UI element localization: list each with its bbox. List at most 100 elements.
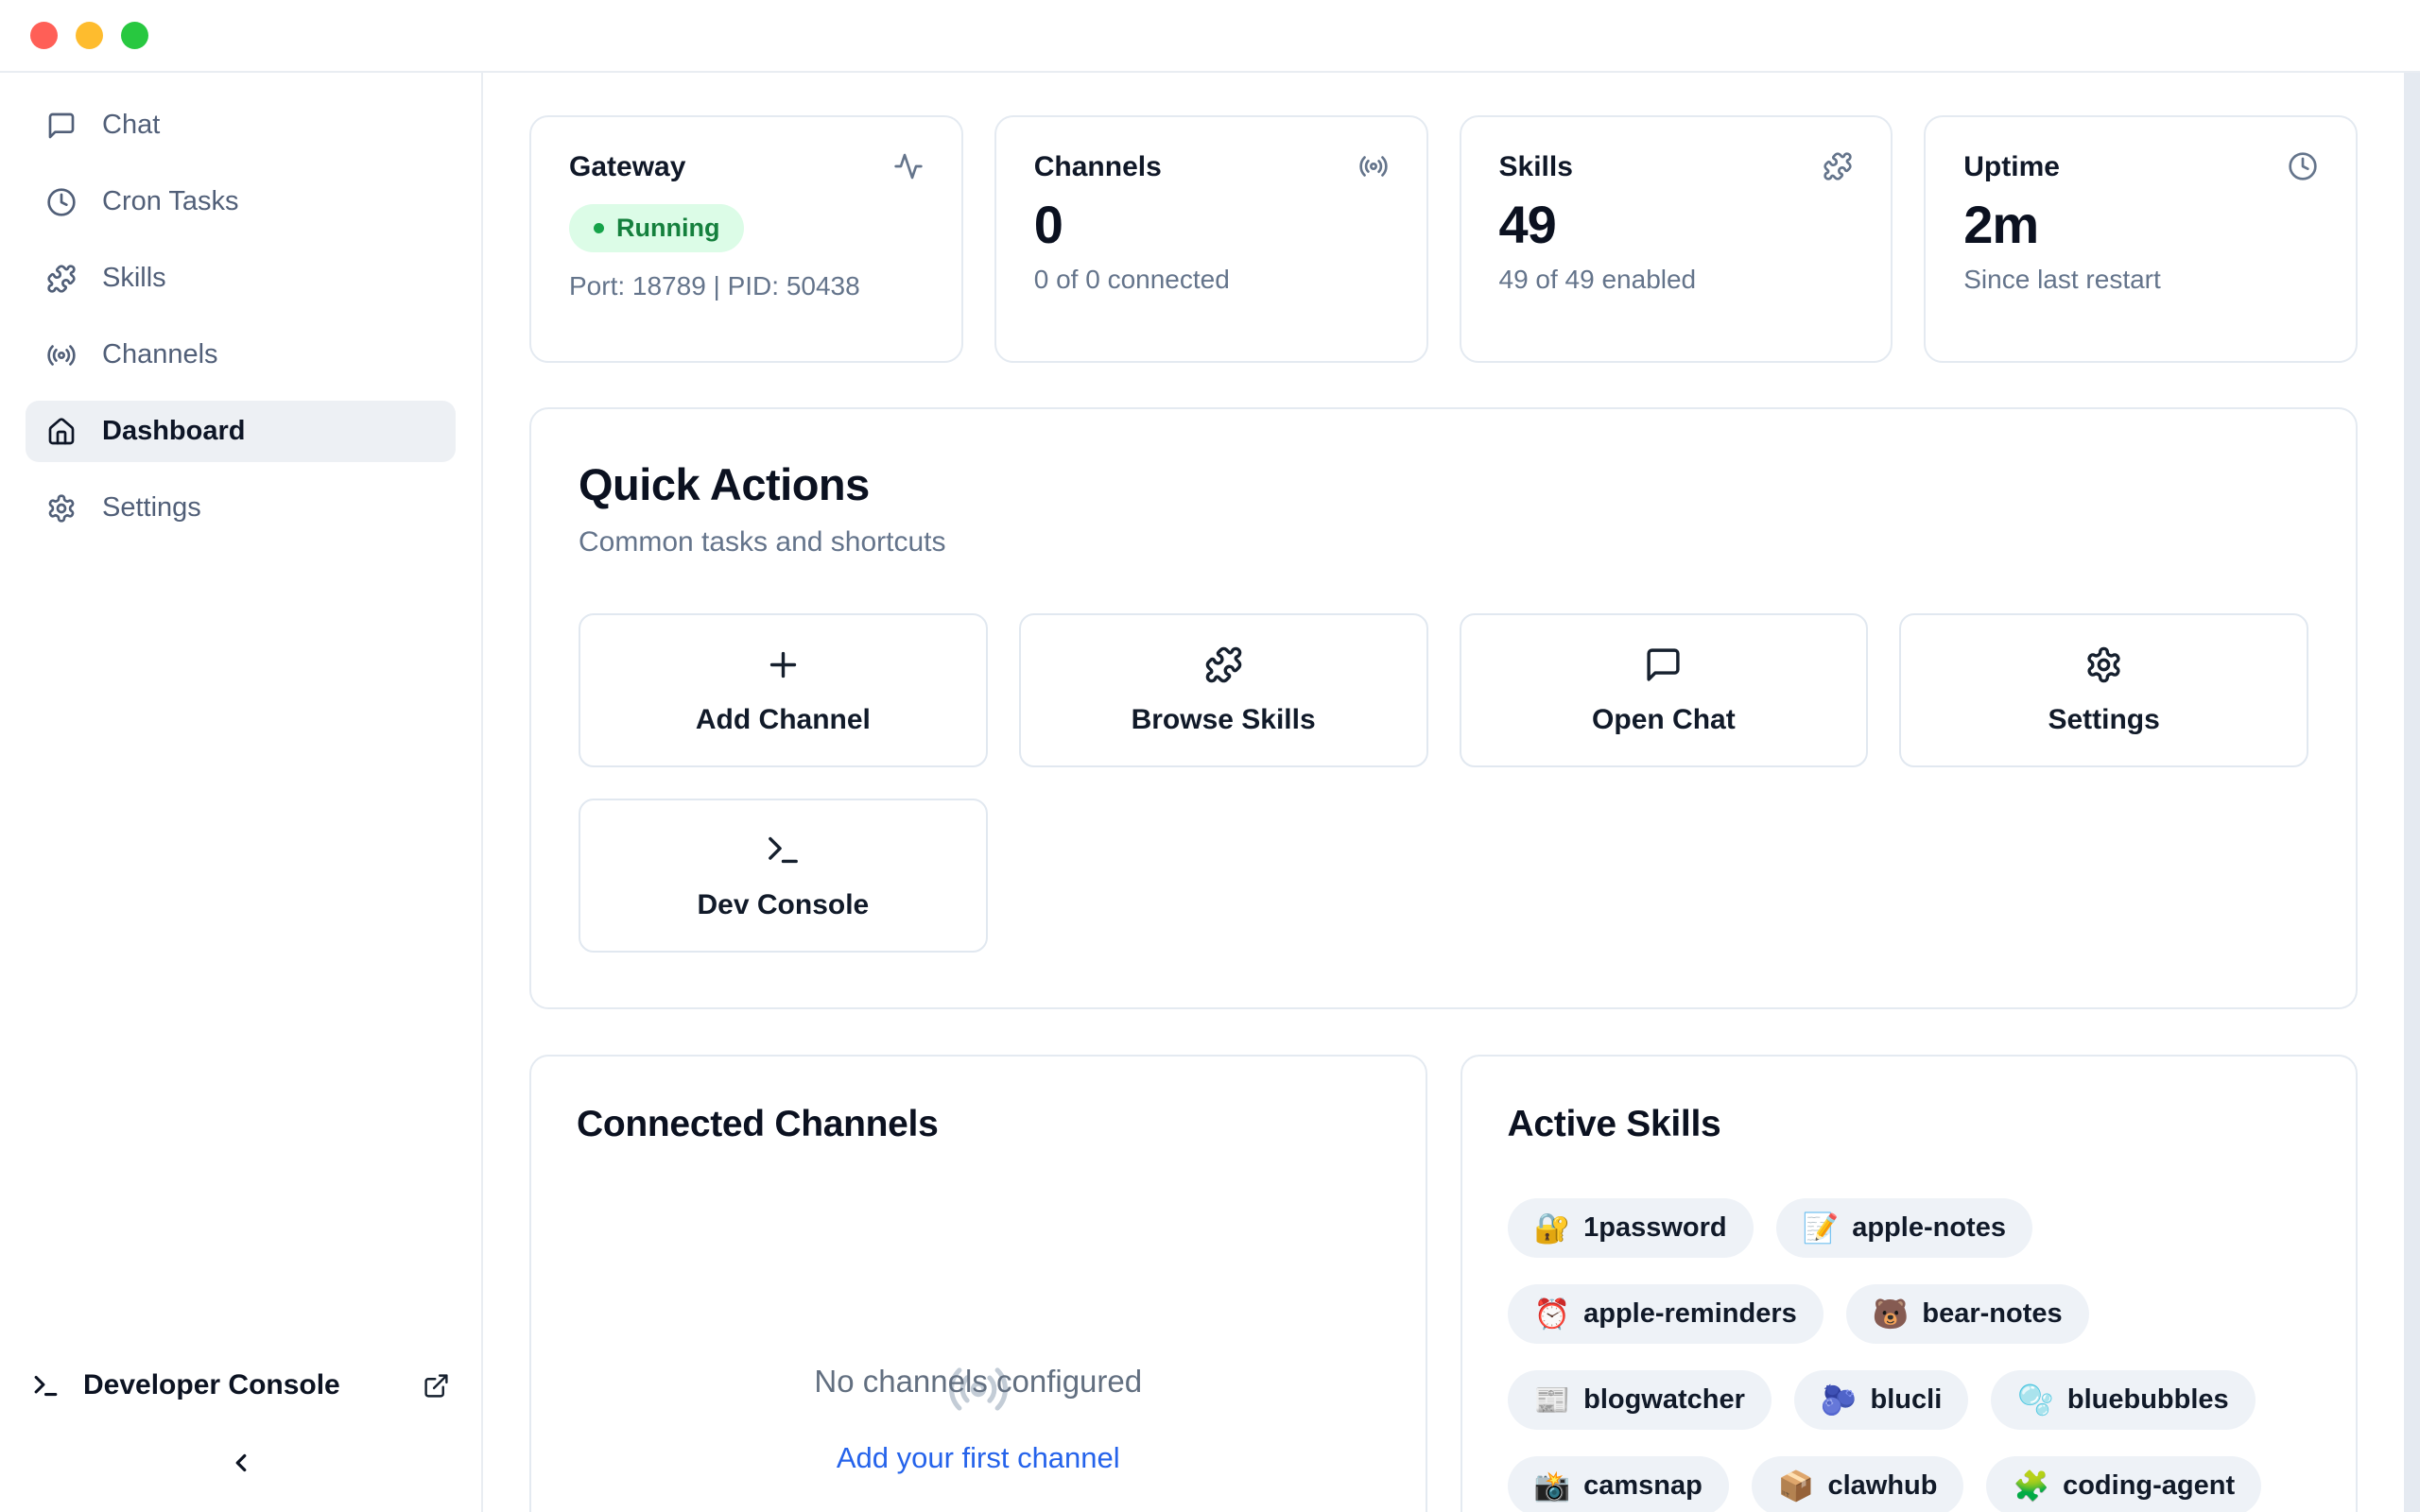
- channels-empty-state: No channels configured Add your first ch…: [577, 1145, 1380, 1475]
- skill-badge-apple-notes[interactable]: 📝 apple-notes: [1776, 1198, 2032, 1258]
- sidebar-footer: Developer Console: [0, 1369, 481, 1512]
- activity-icon: [893, 151, 924, 181]
- clock-icon: [46, 187, 77, 217]
- skill-badge-bluebubbles[interactable]: 🫧 bluebubbles: [1991, 1370, 2255, 1430]
- puzzle-icon: [1823, 151, 1853, 181]
- quick-action-open-chat[interactable]: Open Chat: [1460, 613, 1869, 767]
- plus-icon: [764, 645, 803, 684]
- quick-action-add-channel[interactable]: Add Channel: [579, 613, 988, 767]
- skill-emoji-icon: 🫐: [1821, 1385, 1858, 1415]
- sidebar-item-label: Chat: [102, 110, 160, 141]
- stat-card-channels: Channels00 of 0 connected: [994, 115, 1428, 363]
- terminal-icon: [31, 1371, 60, 1400]
- skill-badge-blogwatcher[interactable]: 📰blogwatcher: [1508, 1370, 1772, 1430]
- quick-actions-grid: Add Channel Browse Skills Open Chat Setting…: [579, 613, 2308, 953]
- quick-action-label: Add Channel: [696, 704, 871, 736]
- stat-cards-row: Gateway Running Port: 18789 | PID: 50438 Ch…: [529, 115, 2358, 363]
- radio-icon: [1358, 151, 1389, 181]
- app-shell: Chat Cron Tasks Skills Channels Dashboard Set…: [0, 73, 2420, 1512]
- connected-channels-panel: Connected Channels No channels configure…: [529, 1055, 1427, 1512]
- quick-action-browse-skills[interactable]: Browse Skills: [1019, 613, 1428, 767]
- terminal-icon: [764, 831, 803, 869]
- skill-badge-bear-notes[interactable]: 🐻bear-notes: [1846, 1284, 2089, 1344]
- scrollbar-gutter[interactable]: [2404, 73, 2420, 1512]
- active-skills-title: Active Skills: [1508, 1104, 2311, 1145]
- quick-actions-subtitle: Common tasks and shortcuts: [579, 526, 2308, 558]
- sidebar-item-chat[interactable]: Chat: [26, 94, 456, 156]
- zoom-button[interactable]: [121, 22, 148, 49]
- stat-value: 49: [1499, 198, 1854, 251]
- stat-card-header: Gateway: [569, 151, 924, 183]
- gear-icon: [2084, 645, 2123, 684]
- skill-badge-clawhub[interactable]: 📦clawhub: [1752, 1456, 1964, 1512]
- skill-name: blogwatcher: [1583, 1384, 1745, 1416]
- sidebar-item-label: Skills: [102, 263, 166, 294]
- skill-emoji-icon: 🫧: [2017, 1385, 2054, 1415]
- stat-card-title: Skills: [1499, 151, 1573, 183]
- sidebar-item-settings[interactable]: Settings: [26, 477, 456, 539]
- chat-bubble-icon: [1644, 645, 1683, 684]
- skills-badge-list: 🔐1password 📝 apple-notes ⏰ apple-reminders 🐻b…: [1508, 1198, 2311, 1512]
- chevron-left-icon: [227, 1449, 255, 1477]
- sidebar-spacer: [0, 539, 481, 1369]
- skill-name: bluebubbles: [2067, 1384, 2229, 1416]
- status-dot-icon: [594, 223, 604, 233]
- sidebar-item-dashboard[interactable]: Dashboard: [26, 401, 456, 462]
- sidebar-item-label: Cron Tasks: [102, 186, 239, 217]
- sidebar-item-cron-tasks[interactable]: Cron Tasks: [26, 171, 456, 232]
- minimize-button[interactable]: [76, 22, 103, 49]
- skill-emoji-icon: 📝: [1803, 1213, 1840, 1243]
- skill-badge-1password[interactable]: 🔐1password: [1508, 1198, 1754, 1258]
- channels-empty-text: No channels configured: [814, 1364, 1142, 1400]
- skill-emoji-icon: 🧩: [2013, 1471, 2049, 1501]
- skill-name: camsnap: [1583, 1470, 1703, 1502]
- chat-bubble-icon: [1644, 645, 1683, 684]
- puzzle-icon: [1204, 645, 1243, 684]
- close-button[interactable]: [30, 22, 58, 49]
- sidebar-collapse-button[interactable]: [221, 1443, 261, 1486]
- sidebar-item-channels[interactable]: Channels: [26, 324, 456, 386]
- chat-bubble-icon: [46, 111, 77, 141]
- stat-subtext: 49 of 49 enabled: [1499, 265, 1854, 295]
- quick-action-label: Dev Console: [698, 889, 870, 921]
- bottom-panels: Connected Channels No channels configure…: [529, 1055, 2358, 1512]
- sidebar-item-label: Dashboard: [102, 416, 245, 447]
- skill-emoji-icon: 📸: [1534, 1471, 1571, 1501]
- external-link-icon: [423, 1372, 450, 1400]
- skill-badge-blucli[interactable]: 🫐 blucli: [1794, 1370, 1968, 1430]
- skill-name: 1password: [1583, 1212, 1727, 1244]
- stat-card-header: Skills: [1499, 151, 1854, 183]
- skill-badge-camsnap[interactable]: 📸 camsnap: [1508, 1456, 1729, 1512]
- stat-card-title: Uptime: [1963, 151, 2060, 183]
- radio-icon: [46, 340, 77, 370]
- developer-console-link[interactable]: Developer Console: [31, 1369, 450, 1401]
- puzzle-icon: [1823, 151, 1853, 181]
- quick-action-settings[interactable]: Settings: [1899, 613, 2308, 767]
- external-link-icon[interactable]: [423, 1372, 450, 1400]
- stat-card-gateway: Gateway Running Port: 18789 | PID: 50438: [529, 115, 963, 363]
- add-first-channel-link[interactable]: Add your first channel: [837, 1441, 1120, 1475]
- skill-name: apple-reminders: [1583, 1298, 1797, 1330]
- puzzle-icon: [1204, 645, 1243, 684]
- titlebar: [0, 0, 2420, 73]
- puzzle-icon: [46, 264, 77, 294]
- terminal-icon: [764, 831, 803, 869]
- skill-name: clawhub: [1827, 1470, 1937, 1502]
- stat-card-header: Uptime: [1963, 151, 2318, 183]
- status-badge: Running: [569, 204, 744, 252]
- skill-name: blucli: [1871, 1384, 1943, 1416]
- stat-subtext: Port: 18789 | PID: 50438: [569, 271, 924, 301]
- skill-badge-apple-reminders[interactable]: ⏰ apple-reminders: [1508, 1284, 1824, 1344]
- gear-icon: [2084, 645, 2123, 684]
- sidebar-item-skills[interactable]: Skills: [26, 248, 456, 309]
- radio-icon: [946, 1145, 1011, 1320]
- skill-emoji-icon: ⏰: [1534, 1299, 1571, 1329]
- skill-name: apple-notes: [1852, 1212, 2006, 1244]
- skill-badge-coding-agent[interactable]: 🧩coding-agent: [1986, 1456, 2261, 1512]
- gear-icon: [46, 493, 77, 524]
- developer-console-label: Developer Console: [83, 1369, 340, 1401]
- quick-action-label: Open Chat: [1592, 704, 1736, 736]
- quick-action-dev-console[interactable]: Dev Console: [579, 799, 988, 953]
- stat-value: 0: [1034, 198, 1389, 251]
- main-content: Gateway Running Port: 18789 | PID: 50438 Ch…: [483, 73, 2420, 1512]
